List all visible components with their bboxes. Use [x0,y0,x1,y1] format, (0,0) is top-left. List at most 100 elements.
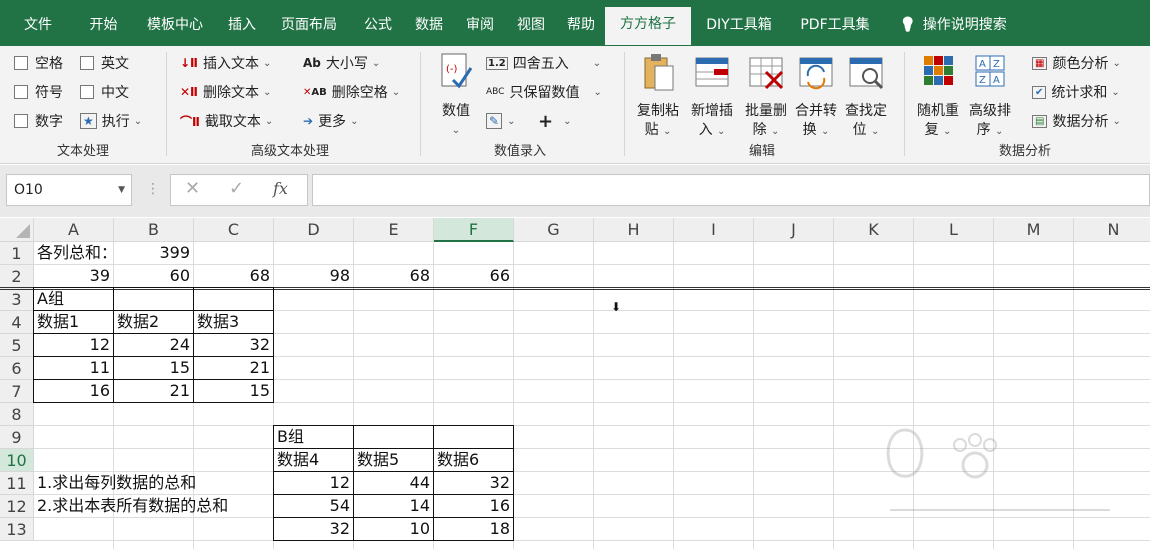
remove-spaces-button[interactable]: ✕AB 删除空格 ⌄ [303,81,400,103]
cell-e12[interactable]: 14 [354,495,433,517]
column-header-k[interactable]: K [834,218,914,242]
row-header-11[interactable]: 11 [0,472,34,495]
cell-b4[interactable]: 数据2 [114,311,193,333]
row-header-10[interactable]: 10 [0,449,34,472]
random-repeat-button[interactable]: 随机重 复 ⌄ [912,52,964,141]
tab-1[interactable]: 开始 [76,8,131,46]
column-header-j[interactable]: J [754,218,834,242]
checkbox-english[interactable]: 英文 [80,52,129,74]
cell-d13[interactable]: 32 [274,518,353,540]
row-header-7[interactable]: 7 [0,380,34,403]
cell-d9[interactable]: B组 [274,426,353,448]
checkbox-number[interactable]: 数字 [14,110,63,132]
insert-new-button[interactable]: 新增插 入 ⌄ [686,52,738,141]
cell-f13[interactable]: 18 [434,518,513,540]
more-button[interactable]: ➔ 更多 ⌄ [303,110,358,132]
cell-b5[interactable]: 24 [114,334,193,356]
data-analysis-button[interactable]: ▤ 数据分析 ⌄ [1032,110,1121,132]
cell-a5[interactable]: 12 [34,334,113,356]
tab-5[interactable]: 公式 [353,8,403,46]
checkbox-symbol[interactable]: 符号 [14,81,63,103]
tab-0[interactable]: 文件 [0,8,76,46]
cell-b7[interactable]: 21 [114,380,193,402]
row-header-12[interactable]: 12 [0,495,34,518]
cell-b6[interactable]: 15 [114,357,193,379]
formula-input[interactable] [312,174,1150,206]
cell-e11[interactable]: 44 [354,472,433,494]
cell-e13[interactable]: 10 [354,518,433,540]
tab-6[interactable]: 数据 [403,8,455,46]
row-header-5[interactable]: 5 [0,334,34,357]
copy-paste-button[interactable]: 复制粘 贴 ⌄ [632,52,684,141]
tab-2[interactable]: 模板中心 [131,8,219,46]
checkbox-space[interactable]: 空格 [14,52,63,74]
tab-4[interactable]: 页面布局 [265,8,353,46]
insert-text-button[interactable]: ↓Ⅱ 插入文本 ⌄ [180,52,271,74]
tell-me-search[interactable]: 💡 操作说明搜索 [883,8,1023,46]
plus-button[interactable]: + ⌄ [538,110,571,132]
cell-c7[interactable]: 15 [194,380,273,402]
column-header-a[interactable]: A [34,218,114,242]
cell-f12[interactable]: 16 [434,495,513,517]
cell-a11[interactable]: 1.求出每列数据的总和 [34,472,270,494]
tab-8[interactable]: 视图 [505,8,557,46]
column-header-n[interactable]: N [1074,218,1150,242]
select-all-corner[interactable] [0,218,34,242]
cell-d11[interactable]: 12 [274,472,353,494]
cell-f2[interactable]: 66 [434,265,513,287]
delete-text-button[interactable]: ✕Ⅱ 删除文本 ⌄ [180,81,271,103]
cell-a1[interactable]: 各列总和： [34,242,113,264]
column-header-m[interactable]: M [994,218,1074,242]
row-header-1[interactable]: 1 [0,242,34,265]
batch-delete-button[interactable]: 批量删 除 ⌄ [740,52,792,141]
cell-a12[interactable]: 2.求出本表所有数据的总和 [34,495,270,517]
tab-7[interactable]: 审阅 [455,8,505,46]
cell-a7[interactable]: 16 [34,380,113,402]
cancel-icon[interactable]: ✕ [185,178,200,199]
column-header-e[interactable]: E [354,218,434,242]
confirm-icon[interactable]: ✓ [229,178,244,199]
cell-b2[interactable]: 60 [114,265,193,287]
tab-9[interactable]: 帮助 [557,8,605,46]
cell-d12[interactable]: 54 [274,495,353,517]
cell-c5[interactable]: 32 [194,334,273,356]
row-header-13[interactable]: 13 [0,518,34,541]
cell-b1[interactable]: 399 [114,242,193,264]
execute-button[interactable]: ★ 执行 ⌄ [80,110,142,132]
cell-e2[interactable]: 68 [354,265,433,287]
row-header-8[interactable]: 8 [0,403,34,426]
column-header-b[interactable]: B [114,218,194,242]
advanced-sort-button[interactable]: AZZA 高级排 序 ⌄ [964,52,1016,141]
edit-tool-button[interactable]: ✎ ⌄ [486,110,515,132]
column-header-c[interactable]: C [194,218,274,242]
number-button[interactable]: (-) 数值 ⌄ [434,52,478,140]
column-header-i[interactable]: I [674,218,754,242]
row-header-6[interactable]: 6 [0,357,34,380]
stats-sum-button[interactable]: ✔ 统计求和 ⌄ [1032,81,1120,103]
column-header-h[interactable]: H [594,218,674,242]
column-header-d[interactable]: D [274,218,354,242]
cell-c6[interactable]: 21 [194,357,273,379]
case-button[interactable]: Ab 大小写 ⌄ [303,52,380,74]
extract-text-button[interactable]: ⌒Ⅱ 截取文本 ⌄ [180,110,273,132]
insert-function-icon[interactable]: fx [273,179,288,198]
cell-d2[interactable]: 98 [274,265,353,287]
column-header-l[interactable]: L [914,218,994,242]
tab-11[interactable]: DIY工具箱 [691,8,787,46]
tab-10[interactable]: 方方格子 [605,7,691,45]
cell-c4[interactable]: 数据3 [194,311,273,333]
row-header-3[interactable]: 3 [0,288,34,311]
tab-12[interactable]: PDF工具集 [787,8,883,46]
column-header-f[interactable]: F [434,218,514,242]
tab-3[interactable]: 插入 [219,8,265,46]
cell-a6[interactable]: 11 [34,357,113,379]
cell-a2[interactable]: 39 [34,265,113,287]
cell-a3[interactable]: A组 [34,288,113,310]
row-header-2[interactable]: 2 [0,265,34,288]
keep-numbers-button[interactable]: ABC 只保留数值 ⌄ [486,81,602,103]
cell-c2[interactable]: 68 [194,265,273,287]
cell-f10[interactable]: 数据6 [434,449,513,471]
row-header-9[interactable]: 9 [0,426,34,449]
find-locate-button[interactable]: 查找定 位 ⌄ [840,52,892,141]
cell-f11[interactable]: 32 [434,472,513,494]
